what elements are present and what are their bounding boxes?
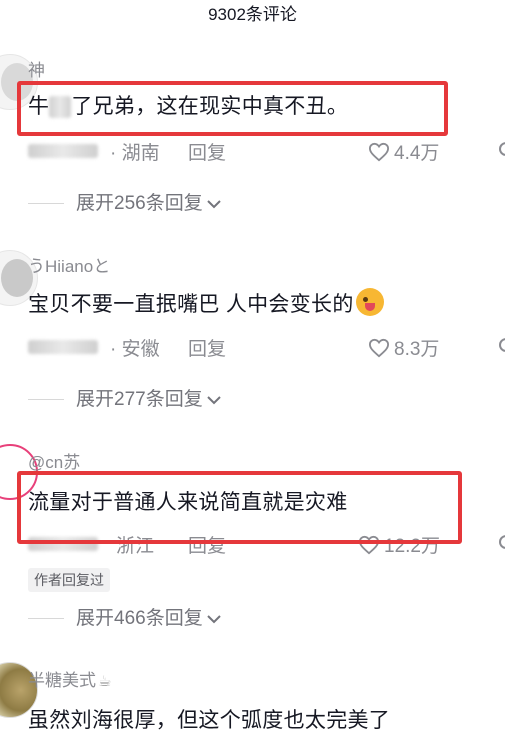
comment-text: 牛了兄弟，这在现实中真不丑。 xyxy=(28,95,349,119)
masked-date xyxy=(28,537,98,551)
masked-character xyxy=(49,96,72,119)
like-count: 4.4万 xyxy=(394,143,440,164)
comment-username[interactable]: うHiianoと xyxy=(28,252,110,277)
chevron-down-icon xyxy=(206,615,221,624)
reply-button[interactable]: 回复 xyxy=(188,334,226,361)
comments-header: 9302条评论 xyxy=(0,0,505,34)
winking-tongue-emoji-icon xyxy=(355,288,384,316)
comment-count-title: 9302条评论 xyxy=(208,5,297,24)
comment-item: うHiianoと 宝贝不要一直抿嘴巴 人中会变长的 · 安徽 回复 8.3万 展… xyxy=(0,248,505,418)
comment-location: · 安徽 xyxy=(110,339,160,360)
masked-date xyxy=(28,340,98,354)
divider xyxy=(28,618,64,620)
more-icon[interactable] xyxy=(499,531,505,553)
divider xyxy=(28,203,64,205)
comment-username[interactable]: 半糖美式 ☕ xyxy=(28,666,111,691)
comment-username[interactable]: @cn苏 xyxy=(28,448,80,473)
comment-text: 宝贝不要一直抿嘴巴 人中会变长的 xyxy=(28,288,384,318)
author-replied-badge: 作者回复过 xyxy=(28,568,110,592)
like-button[interactable]: 4.4万 xyxy=(368,138,439,165)
comment-text: 流量对于普通人来说简直就是灾难 xyxy=(28,491,348,514)
like-button[interactable]: 8.3万 xyxy=(368,334,439,361)
heart-icon xyxy=(368,338,390,358)
heart-icon xyxy=(358,535,380,555)
expand-replies-button[interactable]: 展开256条回复 xyxy=(28,188,223,214)
chevron-down-icon xyxy=(206,396,221,405)
heart-icon xyxy=(368,142,390,162)
coffee-cup-icon: ☕ xyxy=(98,673,112,690)
masked-date xyxy=(28,144,98,158)
more-icon[interactable] xyxy=(499,334,505,356)
comment-text: 虽然刘海很厚，但这个弧度也太完美了 xyxy=(28,709,391,732)
reply-button[interactable]: 回复 xyxy=(188,138,226,165)
reply-button[interactable]: 回复 xyxy=(188,531,226,558)
comment-meta: · 湖南 回复 4.4万 xyxy=(28,138,505,164)
chevron-down-icon xyxy=(206,200,221,209)
comment-item: 神 牛了兄弟，这在现实中真不丑。 · 湖南 回复 4.4万 展开256条回复 xyxy=(0,48,505,218)
comment-location: 浙江 xyxy=(116,536,155,557)
expand-replies-button[interactable]: 展开277条回复 xyxy=(28,384,223,410)
like-count: 12.2万 xyxy=(384,536,440,557)
comment-location: · 湖南 xyxy=(110,143,160,164)
comment-username[interactable]: 神 xyxy=(28,56,45,81)
comment-item: @cn苏 流量对于普通人来说简直就是灾难 浙江 回复 12.2万 作者回复过 展… xyxy=(0,442,505,642)
comment-item: 半糖美式 ☕ 虽然刘海很厚，但这个弧度也太完美了 xyxy=(0,660,505,745)
like-button[interactable]: 12.2万 xyxy=(358,531,440,558)
comment-meta: · 安徽 回复 8.3万 xyxy=(28,334,505,360)
comment-meta: 浙江 回复 12.2万 xyxy=(28,531,505,557)
divider xyxy=(28,399,64,401)
more-icon[interactable] xyxy=(499,138,505,160)
expand-replies-button[interactable]: 展开466条回复 xyxy=(28,603,223,629)
like-count: 8.3万 xyxy=(394,339,440,360)
